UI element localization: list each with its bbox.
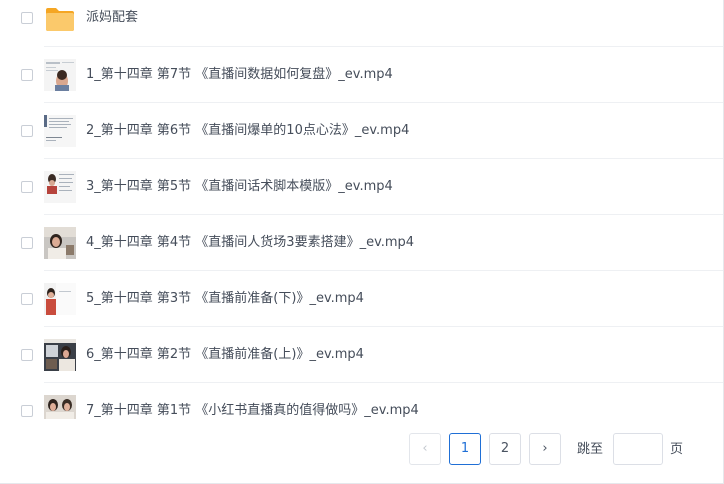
file-name[interactable]: 5_第十四章 第3节 《直播前准备(下)》_ev.mp4 <box>86 290 364 308</box>
video-thumbnail <box>44 59 76 91</box>
jump-page-input[interactable] <box>613 433 663 465</box>
chevron-left-icon: ‹ <box>422 441 428 456</box>
file-name[interactable]: 1_第十四章 第7节 《直播间数据如何复盘》_ev.mp4 <box>86 66 393 84</box>
row-checkbox[interactable] <box>21 349 33 361</box>
folder-icon <box>44 3 76 35</box>
video-thumbnail <box>44 395 76 419</box>
file-name[interactable]: 3_第十四章 第5节 《直播间话术脚本模版》_ev.mp4 <box>86 178 393 196</box>
file-row[interactable]: 1_第十四章 第7节 《直播间数据如何复盘》_ev.mp4 <box>0 47 724 103</box>
video-thumbnail <box>44 339 76 371</box>
page-button-2[interactable]: 2 <box>489 433 521 465</box>
row-checkbox[interactable] <box>21 181 33 193</box>
row-checkbox[interactable] <box>21 237 33 249</box>
prev-page-button[interactable]: ‹ <box>409 433 441 465</box>
row-checkbox[interactable] <box>21 69 33 81</box>
file-row[interactable]: 2_第十四章 第6节 《直播间爆单的10点心法》_ev.mp4 <box>0 103 724 159</box>
row-checkbox[interactable] <box>21 125 33 137</box>
page-unit-label: 页 <box>670 442 684 457</box>
jump-label: 跳至 <box>577 442 604 457</box>
row-checkbox[interactable] <box>21 12 33 24</box>
file-row[interactable]: 3_第十四章 第5节 《直播间话术脚本模版》_ev.mp4 <box>0 159 724 215</box>
file-browser: 派妈配套 1_第十四章 第7节 《直播间数据如何复盘》_ev.mp4 2_第十四… <box>0 0 724 484</box>
file-name[interactable]: 2_第十四章 第6节 《直播间爆单的10点心法》_ev.mp4 <box>86 122 409 140</box>
video-thumbnail <box>44 171 76 203</box>
file-name[interactable]: 7_第十四章 第1节 《小红书直播真的值得做吗》_ev.mp4 <box>86 402 419 420</box>
page-button-1[interactable]: 1 <box>449 433 481 465</box>
row-checkbox[interactable] <box>21 405 33 417</box>
chevron-right-icon: › <box>542 441 548 456</box>
file-row[interactable]: 4_第十四章 第4节 《直播间人货场3要素搭建》_ev.mp4 <box>0 215 724 271</box>
video-thumbnail <box>44 283 76 315</box>
file-name[interactable]: 派妈配套 <box>86 9 138 27</box>
file-row[interactable]: 7_第十四章 第1节 《小红书直播真的值得做吗》_ev.mp4 <box>0 383 724 439</box>
video-thumbnail <box>44 227 76 259</box>
row-checkbox[interactable] <box>21 293 33 305</box>
file-row[interactable]: 5_第十四章 第3节 《直播前准备(下)》_ev.mp4 <box>0 271 724 327</box>
file-name[interactable]: 4_第十四章 第4节 《直播间人货场3要素搭建》_ev.mp4 <box>86 234 414 252</box>
file-name[interactable]: 6_第十四章 第2节 《直播前准备(上)》_ev.mp4 <box>86 346 364 364</box>
video-thumbnail <box>44 115 76 147</box>
file-row[interactable]: 6_第十四章 第2节 《直播前准备(上)》_ev.mp4 <box>0 327 724 383</box>
next-page-button[interactable]: › <box>529 433 561 465</box>
